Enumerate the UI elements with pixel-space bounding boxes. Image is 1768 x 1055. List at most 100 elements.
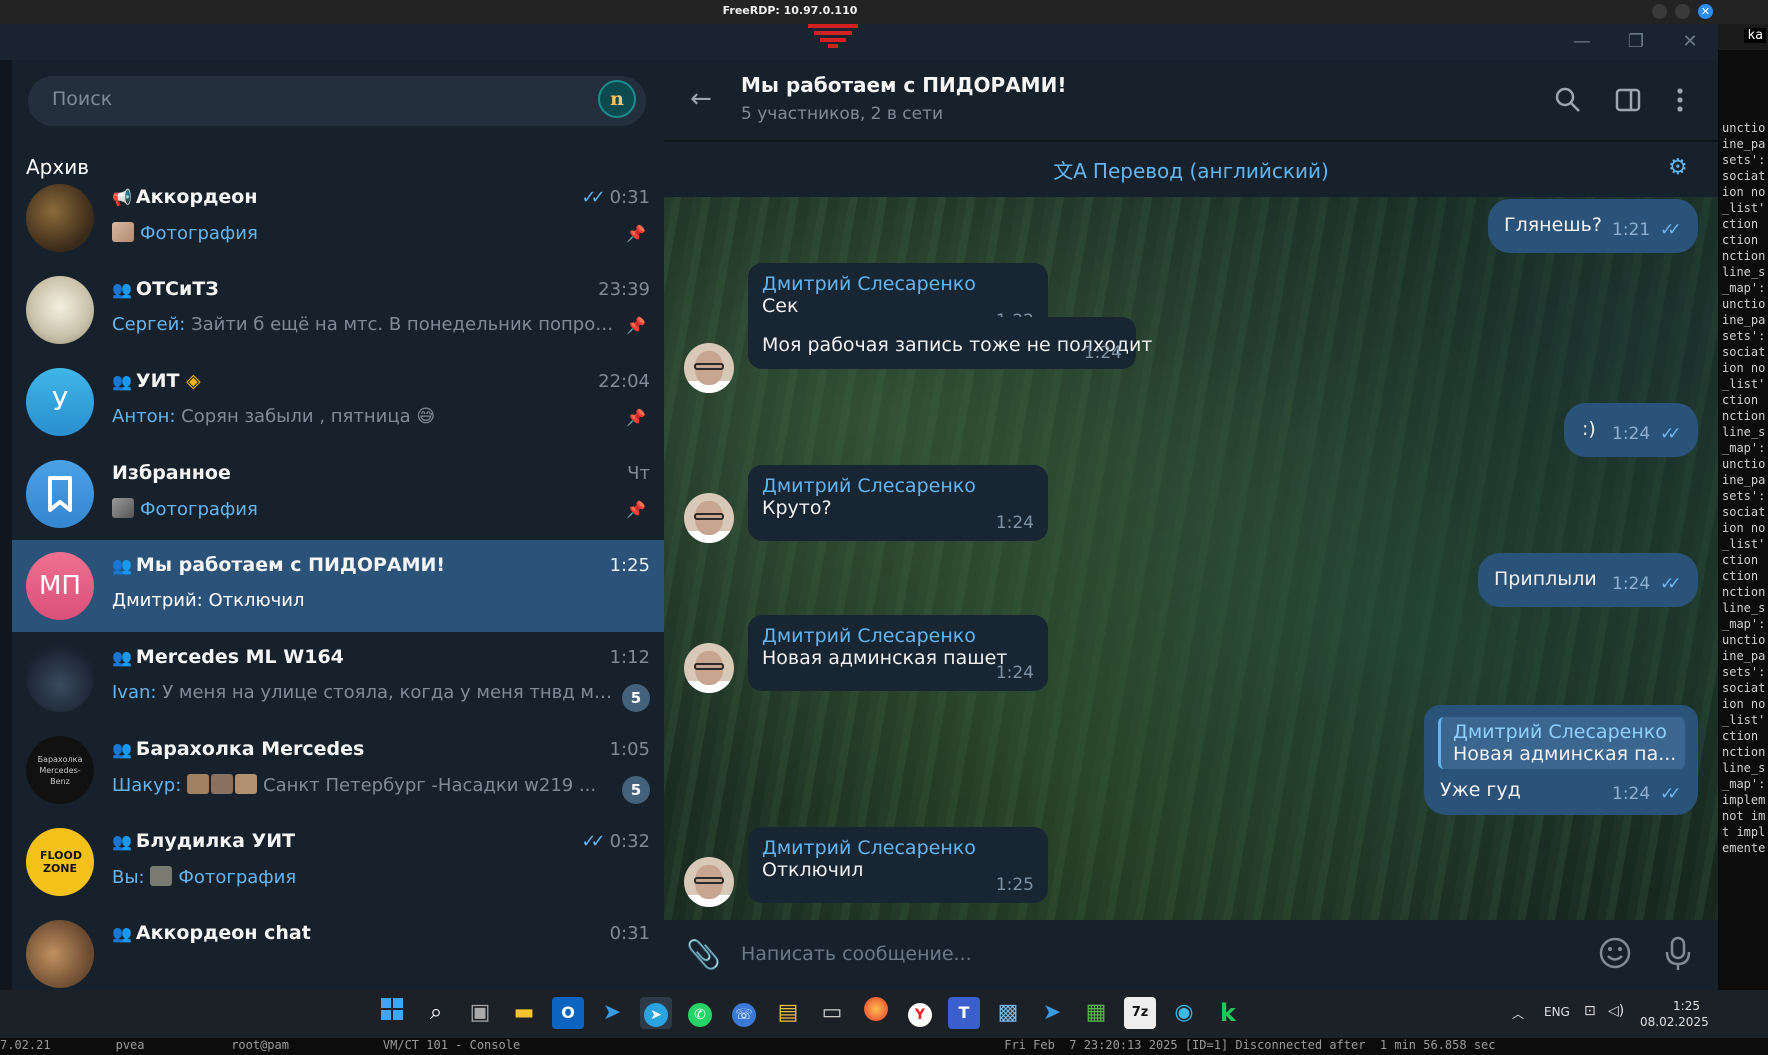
- user-avatar[interactable]: [684, 857, 734, 907]
- account-avatar[interactable]: n: [598, 80, 636, 118]
- restore-icon[interactable]: ❐: [1612, 24, 1660, 60]
- background-console: ka unctio ine_pa sets': sociat ion no _list' c…: [1718, 24, 1768, 1055]
- remote-desktop-icon[interactable]: ➤: [596, 997, 628, 1029]
- microphone-icon[interactable]: [1664, 936, 1692, 972]
- rdp-maximize-button[interactable]: [1675, 4, 1690, 19]
- attach-paperclip-icon[interactable]: 📎: [686, 938, 721, 971]
- notepad-plus-icon[interactable]: ▦: [1080, 997, 1112, 1029]
- message-incoming[interactable]: Моя рабочая запись тоже не полходит 1:24: [748, 317, 1152, 369]
- firefox-icon[interactable]: [860, 997, 892, 1029]
- console-line: ine_pa: [1722, 313, 1766, 327]
- sidebar-toggle-icon[interactable]: [1614, 86, 1642, 114]
- user-avatar[interactable]: [684, 493, 734, 543]
- pin-icon: 📌: [626, 408, 646, 427]
- console-line: t impl: [1722, 825, 1766, 839]
- chat-item-mercedes-ml[interactable]: 👥 Mercedes ML W164 1:12 Ivan: У меня на у…: [12, 632, 664, 724]
- close-icon[interactable]: ✕: [1666, 24, 1714, 60]
- chat-time: 22:04: [598, 371, 650, 392]
- console-line: ction: [1722, 569, 1759, 583]
- yandex-browser-icon[interactable]: Y: [904, 997, 936, 1029]
- telegram-icon[interactable]: ➤: [640, 997, 672, 1029]
- reply-author: Дмитрий Слесаренко: [1453, 721, 1667, 743]
- tray-expand-icon[interactable]: ︿: [1512, 1005, 1524, 1022]
- search-icon[interactable]: [1554, 86, 1582, 114]
- user-avatar[interactable]: [684, 343, 734, 393]
- rdp-title: FreeRDP: 10.97.0.110: [722, 4, 858, 17]
- message-incoming[interactable]: Дмитрий Слесаренко Отключил 1:25: [748, 827, 1048, 903]
- chat-item-active-group[interactable]: МП 👥 Мы работаем с ПИДОРАМИ! 1:25 Дмитрий…: [12, 540, 664, 632]
- console-line: _list': [1722, 377, 1766, 391]
- message-time: 1:24: [995, 513, 1034, 533]
- volume-icon[interactable]: ◁): [1608, 1003, 1624, 1019]
- remote-desktop-2-icon[interactable]: ➤: [1036, 997, 1068, 1029]
- console-line: ion no: [1722, 521, 1766, 535]
- read-check-icon: ✓✓: [581, 831, 605, 852]
- console-line: ction: [1722, 233, 1759, 247]
- group-icon: 👥: [112, 740, 132, 759]
- monitor-app-icon[interactable]: ▩: [992, 997, 1024, 1029]
- chat-time: 0:32: [609, 831, 650, 852]
- message-text: :): [1582, 418, 1596, 440]
- console-line: sets':: [1722, 489, 1766, 503]
- search-icon[interactable]: ⌕: [420, 997, 452, 1029]
- reply-quote[interactable]: Дмитрий Слесаренко Новая админская па...: [1438, 717, 1685, 769]
- photo-thumbnail: [211, 774, 234, 794]
- network-icon[interactable]: ⊡: [1584, 1003, 1596, 1019]
- message-author[interactable]: Дмитрий Слесаренко: [762, 273, 1034, 295]
- message-time: 1:21: [1612, 220, 1651, 240]
- console-line: nction: [1722, 249, 1766, 263]
- windows-start-icon[interactable]: [376, 997, 408, 1029]
- chat-title[interactable]: Мы работаем с ПИДОРАМИ!: [741, 73, 1066, 97]
- avatar: Барахолка Mercedes-Benz: [26, 736, 94, 804]
- chat-item-bludilka[interactable]: FLOOD ZONE 👥 Блудилка УИТ ✓✓ 0:32 Вы: Фото…: [12, 816, 664, 908]
- translate-settings-icon[interactable]: ⚙: [1668, 155, 1688, 180]
- chat-time: Чт: [627, 463, 650, 484]
- terminal-icon[interactable]: ▭: [816, 997, 848, 1029]
- console-line: ction: [1722, 393, 1759, 407]
- rdp-minimize-button[interactable]: [1652, 4, 1667, 19]
- phone-app-icon[interactable]: ☏: [728, 997, 760, 1029]
- console-line: unctio: [1722, 297, 1766, 311]
- 7zip-icon[interactable]: 7z: [1124, 997, 1156, 1029]
- rdp-close-button[interactable]: ✕: [1698, 4, 1713, 19]
- message-incoming[interactable]: Дмитрий Слесаренко Новая админская пашет…: [748, 615, 1048, 691]
- message-outgoing[interactable]: Приплыли 1:24 ✓✓: [1478, 553, 1698, 607]
- console-line: sociat: [1722, 681, 1766, 695]
- search-input[interactable]: [28, 76, 646, 126]
- chat-item-saved-messages[interactable]: Избранное Чт Фотография 📌: [12, 448, 664, 540]
- message-outgoing[interactable]: Глянешь? 1:21 ✓✓: [1488, 199, 1698, 253]
- chat-name: УИТ: [135, 370, 180, 392]
- emoji-icon[interactable]: [1598, 936, 1632, 970]
- chat-preview: Зайти б ещё на мтс. В понедельник попроб…: [191, 314, 622, 335]
- whatsapp-icon[interactable]: ✆: [684, 997, 716, 1029]
- chat-item-accordion[interactable]: 📢 Аккордеон ✓✓ 0:31 Фотография 📌: [12, 172, 664, 264]
- message-author[interactable]: Дмитрий Слесаренко: [762, 837, 1034, 859]
- back-arrow-icon[interactable]: ←: [690, 84, 712, 114]
- text-editor-icon[interactable]: T: [948, 997, 980, 1029]
- more-vertical-icon[interactable]: [1670, 86, 1690, 114]
- chat-item-uit[interactable]: У 👥 УИТ ◈ 22:04 Антон: Сорян забыли , пят…: [12, 356, 664, 448]
- task-view-icon[interactable]: ▣: [464, 997, 496, 1029]
- network-tool-icon[interactable]: ◉: [1168, 997, 1200, 1029]
- archive-app-icon[interactable]: ▤: [772, 997, 804, 1029]
- console-tab[interactable]: ka: [1744, 28, 1766, 43]
- user-avatar[interactable]: [684, 643, 734, 693]
- language-indicator[interactable]: ENG: [1544, 1005, 1570, 1019]
- minimize-icon[interactable]: —: [1558, 24, 1606, 60]
- console-line: _map':: [1722, 777, 1766, 791]
- file-explorer-icon[interactable]: ▬: [508, 997, 540, 1029]
- chat-item-accordion-chat[interactable]: 👥 Аккордеон chat 0:31: [12, 908, 664, 990]
- message-input[interactable]: Написать сообщение...: [741, 943, 972, 965]
- message-author[interactable]: Дмитрий Слесаренко: [762, 625, 1034, 647]
- message-outgoing[interactable]: :) 1:24 ✓✓: [1564, 403, 1698, 457]
- console-line: nction: [1722, 745, 1766, 759]
- message-author[interactable]: Дмитрий Слесаренко: [762, 475, 1034, 497]
- outlook-icon[interactable]: O: [552, 997, 584, 1029]
- message-incoming[interactable]: Дмитрий Слесаренко Круто? 1:24: [748, 465, 1048, 541]
- console-line: ction: [1722, 553, 1759, 567]
- translate-button[interactable]: Перевод (английский): [1093, 159, 1329, 183]
- chat-item-otsitz[interactable]: 👥 ОТСиТЗ 23:39 Сергей: Зайти б ещё на мтс…: [12, 264, 664, 356]
- chat-item-baraholka[interactable]: Барахолка Mercedes-Benz 👥 Барахолка Merce…: [12, 724, 664, 816]
- message-outgoing-reply[interactable]: Дмитрий Слесаренко Новая админская па...…: [1424, 705, 1698, 815]
- kaspersky-icon[interactable]: k: [1212, 997, 1244, 1029]
